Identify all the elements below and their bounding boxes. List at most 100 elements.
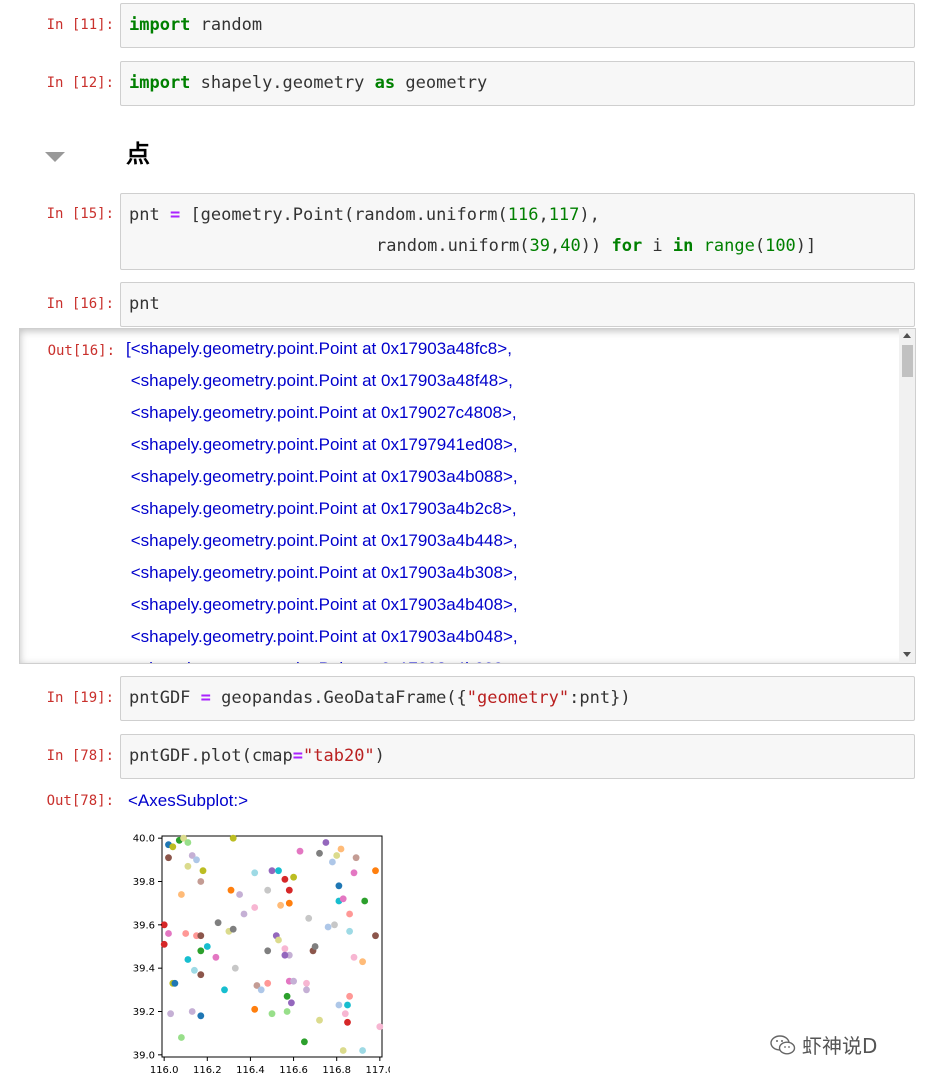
data-point: [191, 966, 198, 974]
data-point: [350, 869, 358, 877]
data-point: [316, 849, 323, 857]
scroll-up-arrow-icon[interactable]: [903, 333, 911, 338]
output-line: <shapely.geometry.point.Point at 0x17903…: [126, 595, 518, 614]
data-point: [324, 923, 332, 931]
data-point: [178, 891, 185, 898]
data-point: [197, 932, 205, 940]
data-point: [171, 979, 179, 987]
code-number: 100: [765, 236, 796, 256]
data-point: [257, 986, 265, 994]
code-builtin: range: [703, 236, 755, 256]
data-point: [359, 1047, 366, 1054]
data-point: [160, 940, 168, 948]
output-line: <shapely.geometry.point.Point at 0x17902…: [126, 403, 517, 422]
code-keyword: as: [374, 73, 396, 93]
data-point: [296, 847, 304, 855]
data-point: [335, 882, 343, 890]
code-text: geometry: [395, 73, 488, 93]
data-point: [197, 1012, 205, 1020]
output-line: <shapely.geometry.point.Point at 0x17903…: [126, 531, 518, 550]
code-operator: =: [169, 205, 181, 225]
x-tick-label: 116.2: [193, 1065, 222, 1076]
code-text: pntGDF: [129, 688, 201, 708]
data-point: [281, 951, 289, 959]
data-point: [167, 1010, 174, 1018]
data-point: [264, 886, 272, 894]
input-prompt-78: In [78]:: [46, 748, 114, 764]
output-prompt-78: Out[78]:: [46, 793, 114, 809]
data-point: [251, 869, 259, 877]
data-point: [275, 867, 282, 875]
output-line: <shapely.geometry.point.Point at 0x17903…: [126, 563, 518, 582]
code-cell-11[interactable]: import random: [120, 3, 915, 48]
data-point: [184, 862, 192, 870]
data-point: [352, 854, 360, 862]
x-tick-label: 116.4: [236, 1065, 265, 1076]
data-point: [184, 839, 192, 846]
code-operator: =: [200, 688, 211, 708]
code-text: ): [374, 746, 385, 766]
code-text: ,: [550, 236, 561, 256]
input-prompt-19: In [19]:: [46, 690, 114, 706]
output-line: <shapely.geometry.point.Point at 0x17903…: [126, 499, 517, 518]
data-point: [264, 979, 272, 987]
data-point: [197, 878, 205, 885]
output-line: <shapely.geometry.point.Point at 0x17903…: [126, 371, 513, 390]
data-point: [178, 1034, 185, 1041]
x-tick-label: 116.0: [150, 1065, 179, 1076]
scroll-down-arrow-icon[interactable]: [903, 652, 911, 657]
y-tick-label: 39.6: [133, 920, 155, 931]
data-point: [275, 936, 282, 944]
data-point: [184, 956, 192, 963]
code-cell-15[interactable]: pnt = [geometry.Point(random.uniform(116…: [120, 193, 915, 270]
data-point: [329, 858, 336, 866]
data-point: [193, 856, 200, 864]
code-text: (: [754, 236, 766, 256]
data-point: [212, 953, 220, 961]
code-text: :pnt}): [569, 688, 631, 708]
vertical-scrollbar[interactable]: [899, 329, 915, 663]
code-text: )]: [795, 236, 817, 256]
code-cell-78[interactable]: pntGDF.plot(cmap="tab20"): [120, 734, 915, 779]
data-point: [214, 919, 222, 927]
code-keyword: import: [129, 15, 191, 35]
data-point: [316, 1016, 323, 1024]
code-text: i: [642, 236, 673, 256]
code-keyword: import: [129, 73, 191, 93]
data-point: [331, 921, 338, 929]
data-point: [288, 999, 295, 1007]
code-cell-19[interactable]: pntGDF = geopandas.GeoDataFrame({"geomet…: [120, 676, 915, 721]
code-text: pntGDF.plot(cmap: [129, 746, 293, 766]
data-point: [182, 930, 190, 937]
code-text: geopandas.GeoDataFrame({: [210, 688, 467, 708]
y-tick-label: 39.0: [133, 1050, 155, 1061]
data-point: [344, 1018, 351, 1026]
output-line: [<shapely.geometry.point.Point at 0x1790…: [126, 339, 512, 358]
code-string: "tab20": [303, 746, 375, 766]
code-keyword: in: [672, 236, 694, 256]
code-text: random: [190, 15, 263, 35]
output-line: <shapely.geometry.point.Point at 0x17979…: [126, 435, 518, 454]
code-cell-16[interactable]: pnt: [120, 282, 915, 327]
y-tick-label: 39.8: [133, 877, 155, 888]
data-point: [339, 895, 347, 903]
data-point: [268, 1010, 276, 1018]
code-text: pnt: [129, 294, 160, 314]
data-point: [231, 964, 239, 972]
code-cell-12[interactable]: import shapely.geometry as geometry: [120, 61, 915, 106]
code-number: 116: [507, 205, 539, 225]
output-line: <shapely.geometry.point.Point at 0x17903…: [126, 627, 518, 646]
code-text: )): [580, 236, 612, 256]
data-point: [333, 852, 341, 859]
collapse-triangle-icon[interactable]: [45, 152, 65, 162]
markdown-heading: 点: [126, 140, 150, 168]
data-point: [303, 986, 310, 994]
data-point: [165, 930, 172, 937]
data-point: [251, 1005, 259, 1013]
data-point: [203, 943, 211, 950]
scroll-thumb[interactable]: [902, 345, 913, 377]
data-point: [240, 910, 248, 918]
output-scroll-area[interactable]: Out[16]: [<shapely.geometry.point.Point …: [19, 328, 916, 664]
data-point: [335, 1001, 343, 1009]
data-point: [346, 992, 353, 1000]
